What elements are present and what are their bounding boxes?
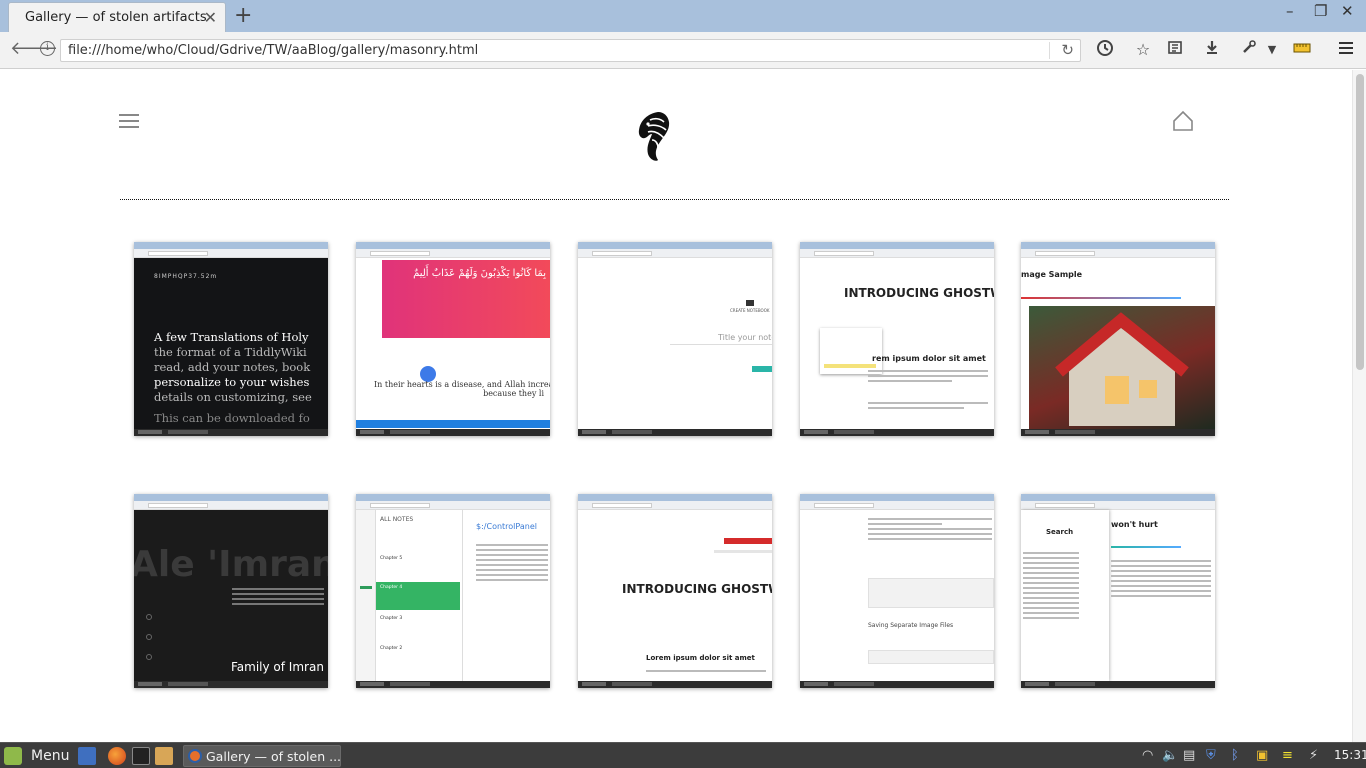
history-icon[interactable] xyxy=(1094,39,1116,61)
item-text: In their hearts is a disease, and Allah … xyxy=(374,380,550,398)
gallery-item[interactable]: 8IMPHQP37.52m A few Translations of Holy… xyxy=(134,242,328,436)
item-heading: won't hurt xyxy=(1111,520,1158,529)
pink-banner: بِمَا كَانُوا يَكْذِبُونَ وَلَهُمْ عَذَا… xyxy=(382,260,550,338)
address-bar[interactable]: file:///home/who/Cloud/Gdrive/TW/aaBlog/… xyxy=(60,39,1081,62)
menu-icon[interactable] xyxy=(1335,39,1357,61)
sticky-icon[interactable]: ≡ xyxy=(1282,748,1293,763)
gallery-item[interactable]: CREATE NOTEBOOK Title your notebo xyxy=(578,242,772,436)
bookmark-star-icon[interactable]: ☆ xyxy=(1132,39,1154,61)
header-divider xyxy=(120,199,1229,200)
download-icon[interactable] xyxy=(1201,39,1223,61)
gallery-item[interactable]: ALL NOTES Chapter 5 Chapter 4 Chapter 3 … xyxy=(356,494,550,688)
hamburger-icon[interactable] xyxy=(119,114,139,132)
firefox-icon xyxy=(188,749,202,763)
tools-icon[interactable] xyxy=(1238,39,1260,61)
power-icon[interactable]: ⚡ xyxy=(1309,748,1318,763)
tab-gallery[interactable]: Gallery — of stolen artifacts ✕ xyxy=(8,2,226,32)
control-panel-title: $:/ControlPanel xyxy=(476,522,537,531)
bluetooth-icon[interactable]: ᛒ xyxy=(1231,748,1239,763)
task-label: Gallery — of stolen ... xyxy=(206,749,342,764)
clock[interactable]: 15:31 xyxy=(1334,748,1366,762)
gallery-item[interactable]: mage Sample xyxy=(1021,242,1215,436)
tab-close-icon[interactable]: ✕ xyxy=(204,8,217,27)
item-text: A few Translations of Holy the format of… xyxy=(154,330,312,425)
item-text: Title your notebo xyxy=(718,333,772,342)
ruler-icon[interactable] xyxy=(1291,39,1313,61)
taskbar: Menu Gallery — of stolen ... ◠ 🔈 ▤ ⛨ ᛒ ▣… xyxy=(0,742,1366,768)
item-heading: ALL NOTES xyxy=(380,516,414,523)
shield-icon[interactable]: ⛨ xyxy=(1206,748,1216,763)
terminal-icon[interactable] xyxy=(132,747,150,765)
item-heading: mage Sample xyxy=(1021,270,1083,279)
horse-head-logo[interactable] xyxy=(636,110,672,166)
close-window-button[interactable]: ✕ xyxy=(1341,2,1354,20)
navigation-bar: 🡐 i file:///home/who/Cloud/Gdrive/TW/aaB… xyxy=(0,32,1366,69)
tab-strip: Gallery — of stolen artifacts ✕ + – ❐ ✕ xyxy=(0,0,1366,32)
reading-list-icon[interactable] xyxy=(1164,39,1186,61)
wifi-icon[interactable]: ◠ xyxy=(1142,748,1153,763)
item-heading: INTRODUCING GHOSTW xyxy=(622,582,772,596)
reload-icon[interactable]: ↻ xyxy=(1061,41,1074,59)
search-label: Search xyxy=(1046,528,1074,536)
chevron-down-icon[interactable]: ▼ xyxy=(1261,39,1283,61)
minimize-button[interactable]: – xyxy=(1286,2,1294,20)
item-heading: Ale 'Imran xyxy=(134,544,328,585)
house-photo xyxy=(1029,306,1215,430)
notes-icon[interactable]: ▣ xyxy=(1256,748,1268,763)
gallery-item[interactable]: Search won't hurt xyxy=(1021,494,1215,688)
item-heading: INTRODUCING GHOSTW xyxy=(844,286,994,300)
taskbar-window-gallery[interactable]: Gallery — of stolen ... xyxy=(183,745,341,767)
clipboard-icon[interactable]: ▤ xyxy=(1183,748,1195,763)
home-icon[interactable] xyxy=(1172,110,1194,136)
maximize-button[interactable]: ❐ xyxy=(1314,2,1327,20)
gallery-item[interactable]: Saving Separate Image Files xyxy=(800,494,994,688)
menu-label: Menu xyxy=(31,748,70,764)
gallery-item[interactable]: بِمَا كَانُوا يَكْذِبُونَ وَلَهُمْ عَذَا… xyxy=(356,242,550,436)
gallery-item[interactable]: INTRODUCING GHOSTW rem ipsum dolor sit a… xyxy=(800,242,994,436)
page-scrollbar[interactable] xyxy=(1352,70,1366,742)
item-heading: 8IMPHQP37.52m xyxy=(154,273,218,280)
gallery-item[interactable]: INTRODUCING GHOSTW Lorem ipsum dolor sit… xyxy=(578,494,772,688)
volume-icon[interactable]: 🔈 xyxy=(1162,748,1178,763)
page-content: 8IMPHQP37.52m A few Translations of Holy… xyxy=(0,70,1352,742)
item-heading: Saving Separate Image Files xyxy=(868,622,954,629)
site-info-icon[interactable]: i xyxy=(40,41,55,56)
mint-logo-icon xyxy=(4,747,22,765)
show-desktop-icon[interactable] xyxy=(78,747,96,765)
urlbar-divider xyxy=(1049,42,1050,59)
item-text: rem ipsum dolor sit amet xyxy=(872,354,986,363)
folder-icon[interactable] xyxy=(155,747,173,765)
item-caption: Family of Imran xyxy=(231,660,324,674)
gallery-item[interactable]: Ale 'Imran Family of Imran xyxy=(134,494,328,688)
firefox-icon[interactable] xyxy=(108,747,126,765)
item-text: Lorem ipsum dolor sit amet xyxy=(646,654,755,662)
item-heading: CREATE NOTEBOOK xyxy=(730,308,770,313)
new-tab-button[interactable]: + xyxy=(234,3,252,28)
tab-title: Gallery — of stolen artifacts xyxy=(25,10,207,25)
url-text[interactable]: file:///home/who/Cloud/Gdrive/TW/aaBlog/… xyxy=(68,43,478,58)
